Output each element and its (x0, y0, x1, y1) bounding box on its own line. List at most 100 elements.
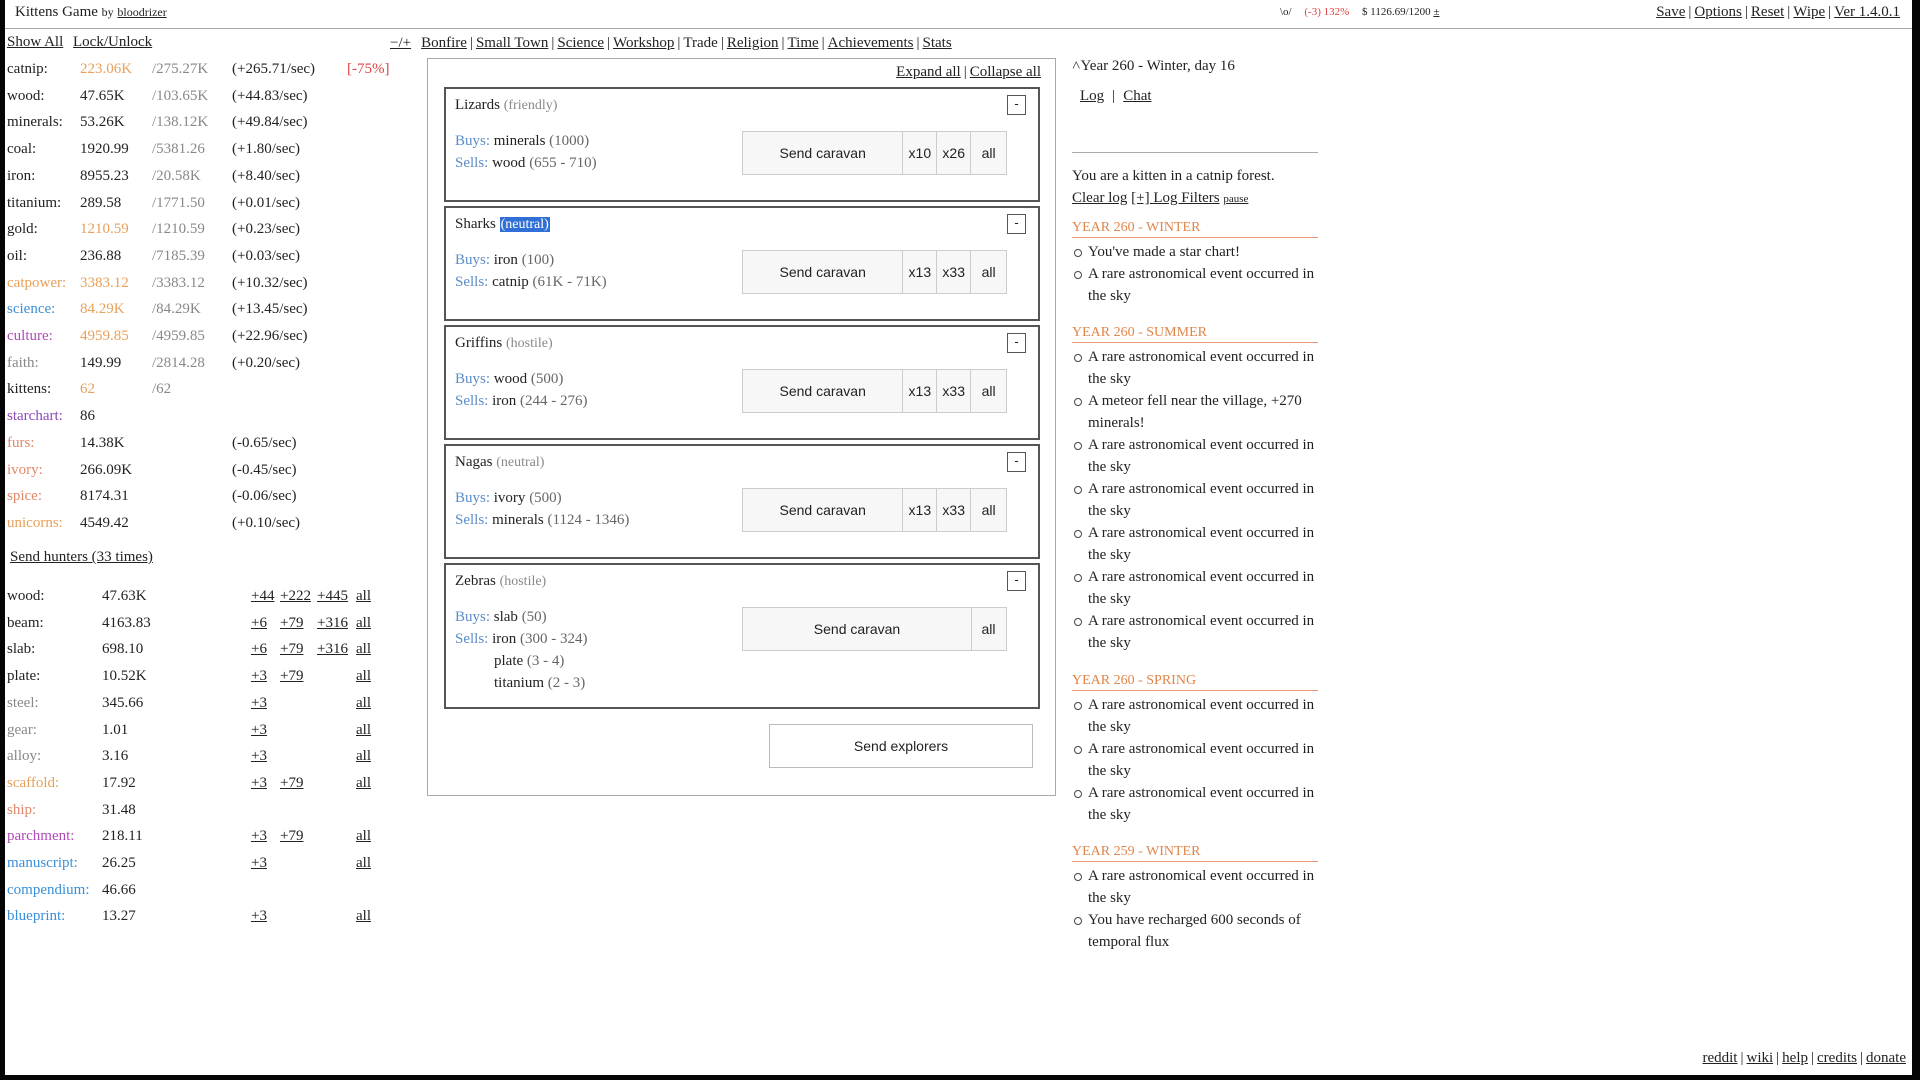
race-card-griffins: Griffins (hostile) - Buys: wood (500) Sells… (444, 325, 1040, 440)
craft-small-link[interactable]: +3 (251, 692, 267, 714)
craft-all-link[interactable]: all (356, 745, 371, 767)
craft-small-link[interactable]: +44 (251, 585, 274, 607)
tab-small-town[interactable]: Small Town (476, 35, 548, 51)
collapse-race-button[interactable]: - (1007, 214, 1026, 234)
send-caravan-button[interactable]: Send caravan (743, 132, 904, 174)
craft-all-link[interactable]: all (356, 638, 371, 660)
craft-medium-link[interactable]: +79 (280, 825, 303, 847)
craft-large-link[interactable]: +316 (317, 638, 348, 660)
craft-medium-link[interactable]: +79 (280, 638, 303, 660)
tab-chat[interactable]: Chat (1123, 88, 1151, 104)
craft-row: alloy: 3.16 +3 all (7, 745, 407, 767)
show-all-link[interactable]: Show All (7, 34, 63, 50)
craft-all-link[interactable]: all (356, 905, 371, 927)
wipe-link[interactable]: Wipe (1793, 4, 1825, 20)
craft-small-link[interactable]: +3 (251, 772, 267, 794)
tab-workshop[interactable]: Workshop (613, 35, 674, 51)
send-caravan-all-button[interactable]: all (971, 251, 1006, 293)
send-caravan-all-button[interactable]: all (972, 608, 1005, 650)
send-hunters-link[interactable]: Send hunters (33 times) (10, 549, 153, 565)
tab-achievements[interactable]: Achievements (828, 35, 914, 51)
money-toggle[interactable]: ± (1433, 6, 1439, 18)
craft-medium-link[interactable]: +79 (280, 612, 303, 634)
craft-small-link[interactable]: +3 (251, 745, 267, 767)
clear-log-link[interactable]: Clear log (1072, 190, 1127, 206)
collapse-race-button[interactable]: - (1007, 333, 1026, 353)
craft-all-link[interactable]: all (356, 692, 371, 714)
send-caravan-multi-2-button[interactable]: x33 (937, 489, 972, 531)
send-caravan-multi-2-button[interactable]: x33 (937, 251, 972, 293)
sells-label: Sells: (455, 512, 489, 528)
send-caravan-multi-2-button[interactable]: x26 (937, 132, 972, 174)
options-link[interactable]: Options (1694, 4, 1742, 20)
pause-log-link[interactable]: pause (1223, 193, 1248, 205)
reddit-link[interactable]: reddit (1702, 1050, 1737, 1066)
send-caravan-all-button[interactable]: all (971, 370, 1006, 412)
save-link[interactable]: Save (1656, 4, 1685, 20)
author-link[interactable]: bloodrizer (117, 5, 166, 19)
craft-all-link[interactable]: all (356, 852, 371, 874)
craft-large-link[interactable]: +445 (317, 585, 348, 607)
send-caravan-button[interactable]: Send caravan (743, 370, 904, 412)
tab-stats[interactable]: Stats (923, 35, 952, 51)
craft-all-link[interactable]: all (356, 825, 371, 847)
craft-small-link[interactable]: +3 (251, 665, 267, 687)
craft-all-link[interactable]: all (356, 585, 371, 607)
send-caravan-multi-1-button[interactable]: x10 (903, 132, 938, 174)
craft-small-link[interactable]: +3 (251, 905, 267, 927)
craft-all-link[interactable]: all (356, 612, 371, 634)
sells-item: wood (492, 155, 526, 171)
send-caravan-button[interactable]: Send caravan (743, 489, 904, 531)
tab-time[interactable]: Time (788, 35, 819, 51)
send-caravan-button[interactable]: Send caravan (743, 608, 972, 650)
collapse-race-button[interactable]: - (1007, 452, 1026, 472)
craft-medium-link[interactable]: +222 (280, 585, 311, 607)
collapse-race-button[interactable]: - (1007, 571, 1026, 591)
craft-all-link[interactable]: all (356, 665, 371, 687)
craft-all-link[interactable]: all (356, 719, 371, 741)
help-link[interactable]: help (1782, 1050, 1808, 1066)
tab-science[interactable]: Science (557, 35, 604, 51)
craft-all-link[interactable]: all (356, 772, 371, 794)
resource-rate: (-0.45/sec) (232, 461, 297, 478)
version-link[interactable]: Ver 1.4.0.1 (1834, 4, 1900, 20)
collapse-all-link[interactable]: Collapse all (970, 64, 1041, 80)
send-caravan-all-button[interactable]: all (971, 489, 1006, 531)
race-sells: Sells: minerals (1124 - 1346) (455, 512, 629, 529)
lock-unlock-link[interactable]: Lock/Unlock (73, 34, 152, 50)
tabs-toggle-link[interactable]: −/+ (390, 35, 411, 51)
credits-link[interactable]: credits (1817, 1050, 1857, 1066)
send-explorers-button[interactable]: Send explorers (769, 724, 1033, 768)
craft-medium-link[interactable]: +79 (280, 665, 303, 687)
resource-amount: 8955.23 (80, 167, 129, 184)
reset-link[interactable]: Reset (1751, 4, 1784, 20)
craft-small-link[interactable]: +3 (251, 719, 267, 741)
craft-small-link[interactable]: +3 (251, 852, 267, 874)
resource-max: /275.27K (152, 61, 209, 77)
craft-medium-link[interactable]: +79 (280, 772, 303, 794)
send-caravan-button[interactable]: Send caravan (743, 251, 904, 293)
donate-link[interactable]: donate (1866, 1050, 1906, 1066)
race-buys: Buys: ivory (500) (455, 490, 562, 507)
tab-trade[interactable]: Trade (683, 35, 717, 51)
collapse-race-button[interactable]: - (1007, 95, 1026, 115)
tab-bonfire[interactable]: Bonfire (421, 35, 467, 51)
send-caravan-multi-1-button[interactable]: x13 (903, 489, 938, 531)
send-caravan-multi-1-button[interactable]: x13 (903, 251, 938, 293)
craft-small-link[interactable]: +6 (251, 612, 267, 634)
wiki-link[interactable]: wiki (1746, 1050, 1773, 1066)
race-card-lizards: Lizards (friendly) - Buys: minerals (1000)… (444, 87, 1040, 202)
resource-row: iron: 8955.23/20.58K (+8.40/sec) (7, 165, 407, 187)
send-caravan-multi-2-button[interactable]: x33 (937, 370, 972, 412)
tab-religion[interactable]: Religion (727, 35, 779, 51)
craft-small-link[interactable]: +6 (251, 638, 267, 660)
craft-small-link[interactable]: +3 (251, 825, 267, 847)
log-filters-link[interactable]: [+] Log Filters (1131, 190, 1219, 206)
buys-amount: (1000) (549, 133, 590, 149)
send-caravan-multi-1-button[interactable]: x13 (903, 370, 938, 412)
tab-log[interactable]: Log (1080, 88, 1104, 104)
send-caravan-all-button[interactable]: all (971, 132, 1006, 174)
expand-all-link[interactable]: Expand all (896, 64, 961, 80)
resource-rate: (-0.06/sec) (232, 488, 297, 505)
craft-large-link[interactable]: +316 (317, 612, 348, 634)
